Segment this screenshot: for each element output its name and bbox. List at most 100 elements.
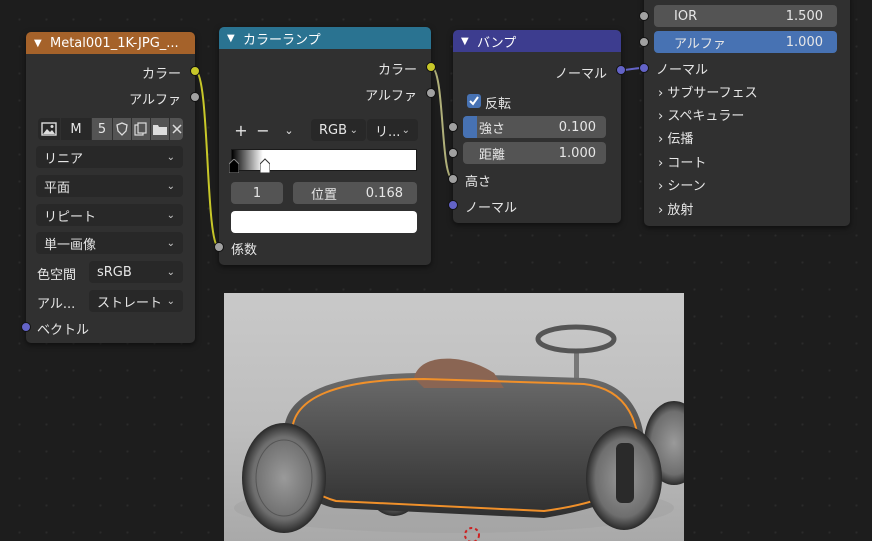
extension-dropdown[interactable]: リピート ⌄: [36, 204, 183, 226]
ramp-interpolation-dropdown[interactable]: リ... ⌄: [367, 119, 418, 141]
distance-slider[interactable]: 距離 1.000: [463, 142, 606, 164]
image-texture-node[interactable]: ▼ Metal001_1K-JPG_... カラー アルファ M 5 リニア ⌄ …: [26, 32, 195, 343]
panel-specular[interactable]: › スペキュラー: [658, 105, 744, 124]
colorspace-label: 色空間: [37, 268, 77, 283]
stop-color-swatch[interactable]: [231, 211, 417, 233]
bump-node[interactable]: ▼ バンプ ノーマル 反転 強さ 0.100 距離 1.000 高さ ノーマル: [453, 30, 621, 223]
distance-label: 距離: [479, 147, 506, 163]
active-stop-index-value: 1: [252, 185, 262, 201]
alpha-input-socket[interactable]: [639, 37, 649, 47]
active-stop-index[interactable]: 1: [231, 182, 283, 204]
collapse-chevron-icon[interactable]: ▼: [461, 36, 473, 47]
panel-transmission-label: 伝播: [667, 132, 694, 147]
chevron-right-icon: ›: [658, 156, 664, 171]
panel-transmission[interactable]: › 伝播: [658, 128, 693, 147]
chevron-right-icon: ›: [658, 203, 664, 218]
alpha-mode-label: アル...: [37, 297, 76, 312]
input-vector-label: ベクトル: [37, 323, 90, 338]
chevron-right-icon: ›: [658, 132, 664, 147]
color-ramp-node-header[interactable]: ▼ カラーランプ: [219, 27, 431, 49]
principled-bsdf-node[interactable]: IOR 1.500 アルファ 1.000 ノーマル › サブサーフェス › スペ…: [644, 0, 850, 226]
source-dropdown[interactable]: 単一画像 ⌄: [36, 232, 183, 254]
panel-sheen[interactable]: › シーン: [658, 175, 706, 194]
projection-dropdown[interactable]: 平面 ⌄: [36, 175, 183, 197]
bump-height-input-socket[interactable]: [448, 174, 458, 184]
strength-value: 0.100: [558, 119, 596, 135]
panel-coat-label: コート: [667, 156, 707, 171]
output-normal-label: ノーマル: [554, 67, 607, 82]
image-users-count[interactable]: 5: [92, 118, 112, 140]
bump-distance-input-socket[interactable]: [448, 148, 458, 158]
chevron-right-icon: ›: [658, 179, 664, 194]
colorspace-value: sRGB: [97, 264, 132, 280]
panel-coat[interactable]: › コート: [658, 152, 706, 171]
ramp-stop-white-active[interactable]: [259, 155, 271, 174]
chevron-down-icon: ⌄: [349, 124, 358, 136]
ramp-alpha-output-socket[interactable]: [426, 88, 436, 98]
color-ramp-node-title: カラーランプ: [243, 32, 321, 48]
bump-node-header[interactable]: ▼ バンプ: [453, 30, 621, 52]
bump-node-title: バンプ: [477, 35, 517, 51]
panel-subsurface[interactable]: › サブサーフェス: [658, 82, 758, 101]
collapse-chevron-icon[interactable]: ▼: [227, 33, 239, 44]
open-folder-icon[interactable]: [151, 118, 169, 140]
strength-slider[interactable]: 強さ 0.100: [463, 116, 606, 138]
ramp-factor-input-socket[interactable]: [214, 242, 224, 252]
source-value: 単一画像: [44, 237, 97, 253]
chevron-down-icon: ⌄: [166, 151, 175, 163]
add-stop-button[interactable]: +: [233, 119, 249, 141]
bsdf-normal-input-socket[interactable]: [639, 63, 649, 73]
image-vector-input-socket[interactable]: [21, 322, 31, 332]
bump-normal-output-socket[interactable]: [616, 65, 626, 75]
interpolation-value: リニア: [44, 151, 84, 167]
color-ramp-gradient[interactable]: [231, 149, 417, 171]
interpolation-dropdown[interactable]: リニア ⌄: [36, 146, 183, 168]
panel-emission[interactable]: › 放射: [658, 199, 693, 218]
extension-value: リピート: [44, 209, 97, 225]
distance-value: 1.000: [558, 145, 596, 161]
bump-strength-input-socket[interactable]: [448, 122, 458, 132]
color-ramp-node[interactable]: ▼ カラーランプ カラー アルファ + − ⌄ RGB ⌄ リ... ⌄ 1 位置 …: [219, 27, 431, 265]
collapse-chevron-icon[interactable]: ▼: [34, 38, 46, 49]
chevron-down-icon: ⌄: [166, 209, 175, 221]
chevron-down-icon: ⌄: [166, 180, 175, 192]
alpha-field[interactable]: アルファ 1.000: [654, 31, 837, 53]
duplicate-icon[interactable]: [132, 118, 150, 140]
remove-stop-button[interactable]: −: [255, 119, 271, 141]
chevron-right-icon: ›: [658, 86, 664, 101]
colorspace-dropdown[interactable]: sRGB ⌄: [89, 261, 183, 283]
fake-user-shield-icon[interactable]: [113, 118, 131, 140]
panel-emission-label: 放射: [667, 203, 694, 218]
input-normal-label: ノーマル: [465, 201, 518, 216]
input-factor-label: 係数: [231, 243, 258, 258]
image-browse-icon[interactable]: [38, 118, 60, 140]
ramp-color-output-socket[interactable]: [426, 62, 436, 72]
invert-checkbox[interactable]: [467, 94, 481, 108]
stop-position-field[interactable]: 位置 0.168: [293, 182, 417, 204]
image-name-field[interactable]: M: [61, 118, 91, 140]
image-texture-node-header[interactable]: ▼ Metal001_1K-JPG_...: [26, 32, 195, 54]
unlink-close-icon[interactable]: [170, 118, 183, 140]
alpha-value: 1.000: [785, 34, 823, 50]
chevron-right-icon: ›: [658, 109, 664, 124]
chevron-down-icon: ⌄: [166, 295, 175, 307]
image-color-output-socket[interactable]: [190, 66, 200, 76]
color-mode-value: RGB: [319, 122, 348, 138]
bump-normal-input-socket[interactable]: [448, 200, 458, 210]
panel-subsurface-label: サブサーフェス: [667, 86, 758, 101]
chevron-down-icon: ⌄: [166, 266, 175, 278]
ior-input-socket[interactable]: [639, 11, 649, 21]
render-preview-viewport[interactable]: [224, 293, 684, 541]
panel-specular-label: スペキュラー: [667, 109, 745, 124]
alpha-mode-dropdown[interactable]: ストレート ⌄: [89, 290, 183, 312]
image-alpha-output-socket[interactable]: [190, 92, 200, 102]
strength-fill: [463, 116, 478, 138]
ior-field[interactable]: IOR 1.500: [654, 5, 837, 27]
chevron-down-icon: ⌄: [401, 124, 410, 136]
ramp-stop-black[interactable]: [228, 158, 240, 174]
color-mode-dropdown[interactable]: RGB ⌄: [311, 119, 366, 141]
toy-car-render-image: [234, 324, 684, 541]
output-alpha-label: アルファ: [365, 89, 417, 104]
ramp-menu-chevron-down-icon[interactable]: ⌄: [281, 119, 297, 141]
output-alpha-label: アルファ: [129, 93, 181, 108]
